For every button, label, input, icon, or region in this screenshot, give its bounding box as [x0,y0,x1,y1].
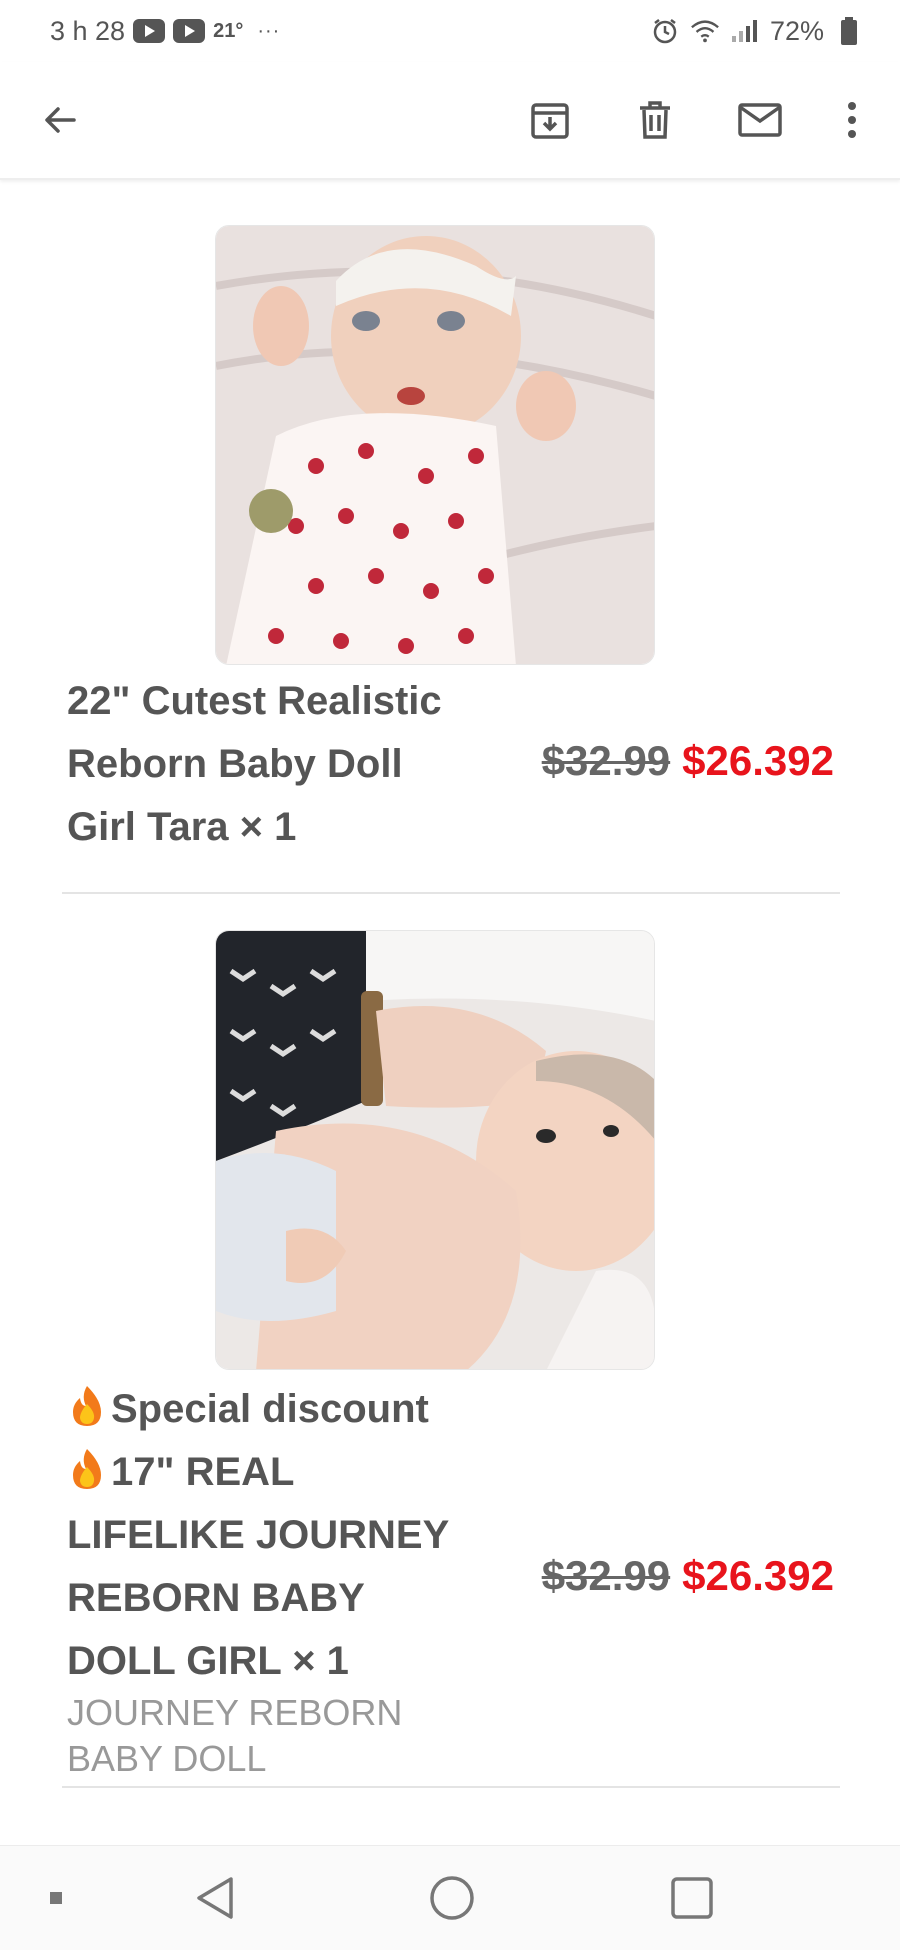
wifi-icon [690,16,720,46]
product-subtitle-line: JOURNEY REBORN [67,1692,403,1733]
product-name[interactable]: Special discount 17" REAL LIFELIKE JOURN… [67,1378,449,1693]
original-price: $32.99 [541,1552,671,1599]
signal-icon [730,16,760,46]
fire-emoji-icon [67,1447,107,1491]
recents-nav-icon[interactable] [662,1868,722,1928]
battery-percent: 72% [769,15,824,46]
product-image[interactable] [215,930,655,1370]
divider [62,892,840,894]
product-name-line: DOLL GIRL × 1 [67,1639,349,1683]
youtube-icon [173,19,206,43]
temperature: 21° [213,19,244,42]
navigation-bar [0,1845,900,1950]
product-name-line: 22" Cutest Realistic [67,679,442,723]
product-price: $32.99 $26.392 [542,737,834,785]
archive-icon[interactable] [522,92,578,148]
product-name-line: LIFELIKE JOURNEY [67,1513,450,1557]
divider [62,1786,840,1788]
back-nav-icon[interactable] [185,1868,245,1928]
sale-price: $26.392 [682,737,834,784]
product-name-line: 17" REAL [67,1441,449,1504]
more-vert-icon[interactable] [824,92,880,148]
sale-price: $26.392 [682,1552,834,1599]
product-image[interactable] [215,225,655,665]
delete-icon[interactable] [627,92,683,148]
youtube-icon [133,19,166,43]
product-subtitle-line: BABY DOLL [67,1738,267,1779]
status-bar: 3 h 28 21° ··· 72% [0,0,900,62]
product-name-line: Reborn Baby Doll [67,742,403,786]
product-name-line: REBORN BABY [67,1576,365,1620]
product-name-line: Special discount [67,1378,449,1441]
alarm-icon [650,16,680,46]
product-name-line: Girl Tara × 1 [67,805,297,849]
fire-emoji-icon [67,1384,107,1428]
product-name[interactable]: 22" Cutest Realistic Reborn Baby Doll Gi… [67,670,442,859]
app-bar [0,62,900,180]
home-nav-icon[interactable] [422,1868,482,1928]
more-notifications-icon: ··· [257,19,281,42]
recent-dot-icon[interactable] [26,1868,86,1928]
product-name-text: 17" REAL [111,1450,295,1494]
product-subtitle: JOURNEY REBORN BABY DOLL [67,1690,402,1782]
status-time: 3 h 28 [50,15,126,46]
battery-icon [834,16,864,46]
back-arrow-icon[interactable] [32,92,88,148]
product-name-text: Special discount [111,1387,429,1431]
original-price: $32.99 [541,737,671,784]
product-price: $32.99 $26.392 [542,1552,834,1600]
mark-unread-icon[interactable] [732,92,788,148]
